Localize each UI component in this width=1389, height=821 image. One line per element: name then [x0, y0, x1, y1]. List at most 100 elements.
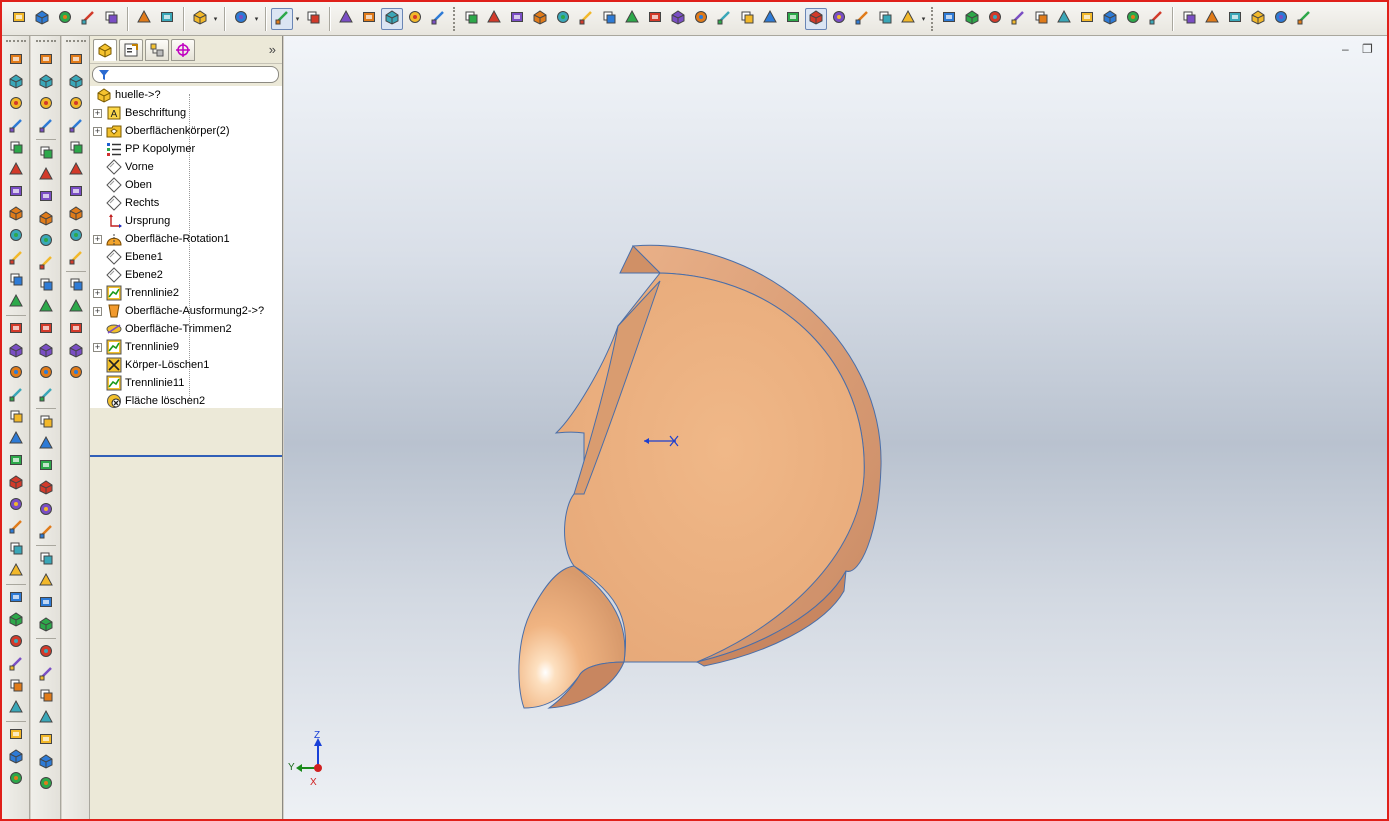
select-arrow-button[interactable] [271, 7, 293, 30]
sketch-tool-button[interactable] [35, 49, 57, 71]
sketch-tool-button[interactable] [35, 707, 57, 729]
sketch-tool-button[interactable] [35, 274, 57, 296]
wireframe-button[interactable] [736, 8, 758, 30]
sketch-tool-button[interactable] [35, 641, 57, 663]
dropdown-arrow[interactable]: ▾ [920, 8, 927, 30]
appearance-button[interactable] [460, 8, 482, 30]
sketch-tool-button[interactable] [35, 296, 57, 318]
sketch-tool-button[interactable] [35, 521, 57, 543]
sketch-tool-button[interactable] [35, 477, 57, 499]
view-back-button[interactable] [529, 8, 551, 30]
print-button[interactable] [133, 8, 155, 30]
surface-tool-button[interactable] [65, 137, 87, 159]
surface-tool-button[interactable] [65, 318, 87, 340]
redo-button[interactable] [230, 8, 252, 30]
feature-tool-button[interactable] [5, 768, 27, 790]
surface-offset-button[interactable] [961, 8, 983, 30]
view-bottom-button[interactable] [621, 8, 643, 30]
view-front-button[interactable] [506, 8, 528, 30]
sketch-tool-button[interactable] [35, 663, 57, 685]
feature-tool-button[interactable] [5, 269, 27, 291]
surface-tool-button[interactable] [65, 115, 87, 137]
surface-knit-button[interactable] [1007, 8, 1029, 30]
open-folder-button[interactable] [31, 8, 53, 30]
normal-to-button[interactable] [667, 8, 689, 30]
feature-tool-button[interactable] [5, 225, 27, 247]
view-top-button[interactable] [598, 8, 620, 30]
tree-item[interactable]: Vorne [93, 158, 154, 176]
dimxpert-tab[interactable] [171, 38, 195, 61]
sketch-tool-button[interactable] [35, 384, 57, 406]
tree-filter-input[interactable] [92, 66, 279, 83]
sketch-tool-button[interactable] [35, 186, 57, 208]
surface-tool-button[interactable] [65, 93, 87, 115]
surface-tool-button[interactable] [65, 274, 87, 296]
shaded-edges-button[interactable] [805, 7, 827, 30]
undo-button[interactable] [189, 8, 211, 30]
feature-tool-button[interactable] [5, 724, 27, 746]
surface-extend-button[interactable] [984, 8, 1006, 30]
surface-tool-button[interactable] [65, 225, 87, 247]
design-checker-button[interactable] [1270, 8, 1292, 30]
tree-item[interactable]: + Trennlinie2 [93, 284, 179, 302]
collapse-panel-button[interactable]: » [269, 42, 276, 57]
surface-tool-button[interactable] [65, 362, 87, 384]
surface-tool-button[interactable] [65, 203, 87, 225]
tree-item[interactable]: Oben [93, 176, 152, 194]
rendering-button[interactable] [1178, 8, 1200, 30]
rebuild-button[interactable] [100, 8, 122, 30]
properties-button[interactable] [77, 8, 99, 30]
shaded-button[interactable] [828, 8, 850, 30]
feature-tool-button[interactable] [5, 137, 27, 159]
feature-tool-button[interactable] [5, 362, 27, 384]
tree-item[interactable]: Oberfläche-Trimmen2 [93, 320, 232, 338]
configuration-manager-tab[interactable] [145, 38, 169, 61]
surface-thicken-button[interactable] [1145, 8, 1167, 30]
expand-button[interactable]: + [93, 126, 102, 136]
expand-button[interactable]: + [93, 288, 102, 298]
feature-tool-button[interactable] [5, 159, 27, 181]
sketch-tool-button[interactable] [35, 115, 57, 137]
photoworks-button[interactable] [1201, 8, 1223, 30]
feature-tool-button[interactable] [5, 181, 27, 203]
help-button[interactable] [358, 8, 380, 30]
sketch-tool-button[interactable] [35, 614, 57, 636]
tree-item[interactable]: Ursprung [93, 212, 170, 230]
surface-tool-button[interactable] [65, 296, 87, 318]
feature-tool-button[interactable] [5, 697, 27, 719]
surface-tool-button[interactable] [65, 247, 87, 269]
feature-tool-button[interactable] [5, 450, 27, 472]
sketch-tool-button[interactable] [35, 570, 57, 592]
sketch-tool-button[interactable] [35, 318, 57, 340]
shadow-button[interactable] [851, 8, 873, 30]
hidden-removed-button[interactable] [782, 8, 804, 30]
surface-tool-button[interactable] [65, 181, 87, 203]
sketch-tool-button[interactable] [35, 455, 57, 477]
expand-button[interactable]: + [93, 234, 102, 244]
graphics-viewport[interactable]: – ❐ Z Y X [284, 36, 1387, 819]
sketch-tool-button[interactable] [35, 729, 57, 751]
edit-sketch-button[interactable] [427, 8, 449, 30]
toolbar-grip[interactable] [35, 40, 56, 44]
tree-item[interactable]: + Oberfläche-Rotation1 [93, 230, 230, 248]
surface-untrim-button[interactable] [1099, 8, 1121, 30]
expand-button[interactable]: + [93, 108, 102, 118]
sketch-tool-button[interactable] [35, 433, 57, 455]
tree-item[interactable]: Fläche löschen2 [93, 392, 205, 410]
sketch-tool-button[interactable] [35, 142, 57, 164]
sketch-tool-button[interactable] [35, 230, 57, 252]
feature-tool-button[interactable] [5, 340, 27, 362]
sketch-tool-button[interactable] [35, 751, 57, 773]
dropdown-arrow[interactable]: ▾ [253, 8, 260, 30]
surface-tool-button[interactable] [65, 49, 87, 71]
feature-tool-button[interactable] [5, 587, 27, 609]
surface-trim-button[interactable] [1076, 8, 1098, 30]
sketch-tool-button[interactable] [35, 340, 57, 362]
surface-cut-button[interactable] [1053, 8, 1075, 30]
sketch-tool-button[interactable] [35, 499, 57, 521]
color-wheel-button[interactable] [483, 8, 505, 30]
tree-item[interactable]: Ebene1 [93, 248, 163, 266]
tree-item[interactable]: Ebene2 [93, 266, 163, 284]
tree-item[interactable]: Körper-Löschen1 [93, 356, 209, 374]
property-manager-tab[interactable] [119, 38, 143, 61]
